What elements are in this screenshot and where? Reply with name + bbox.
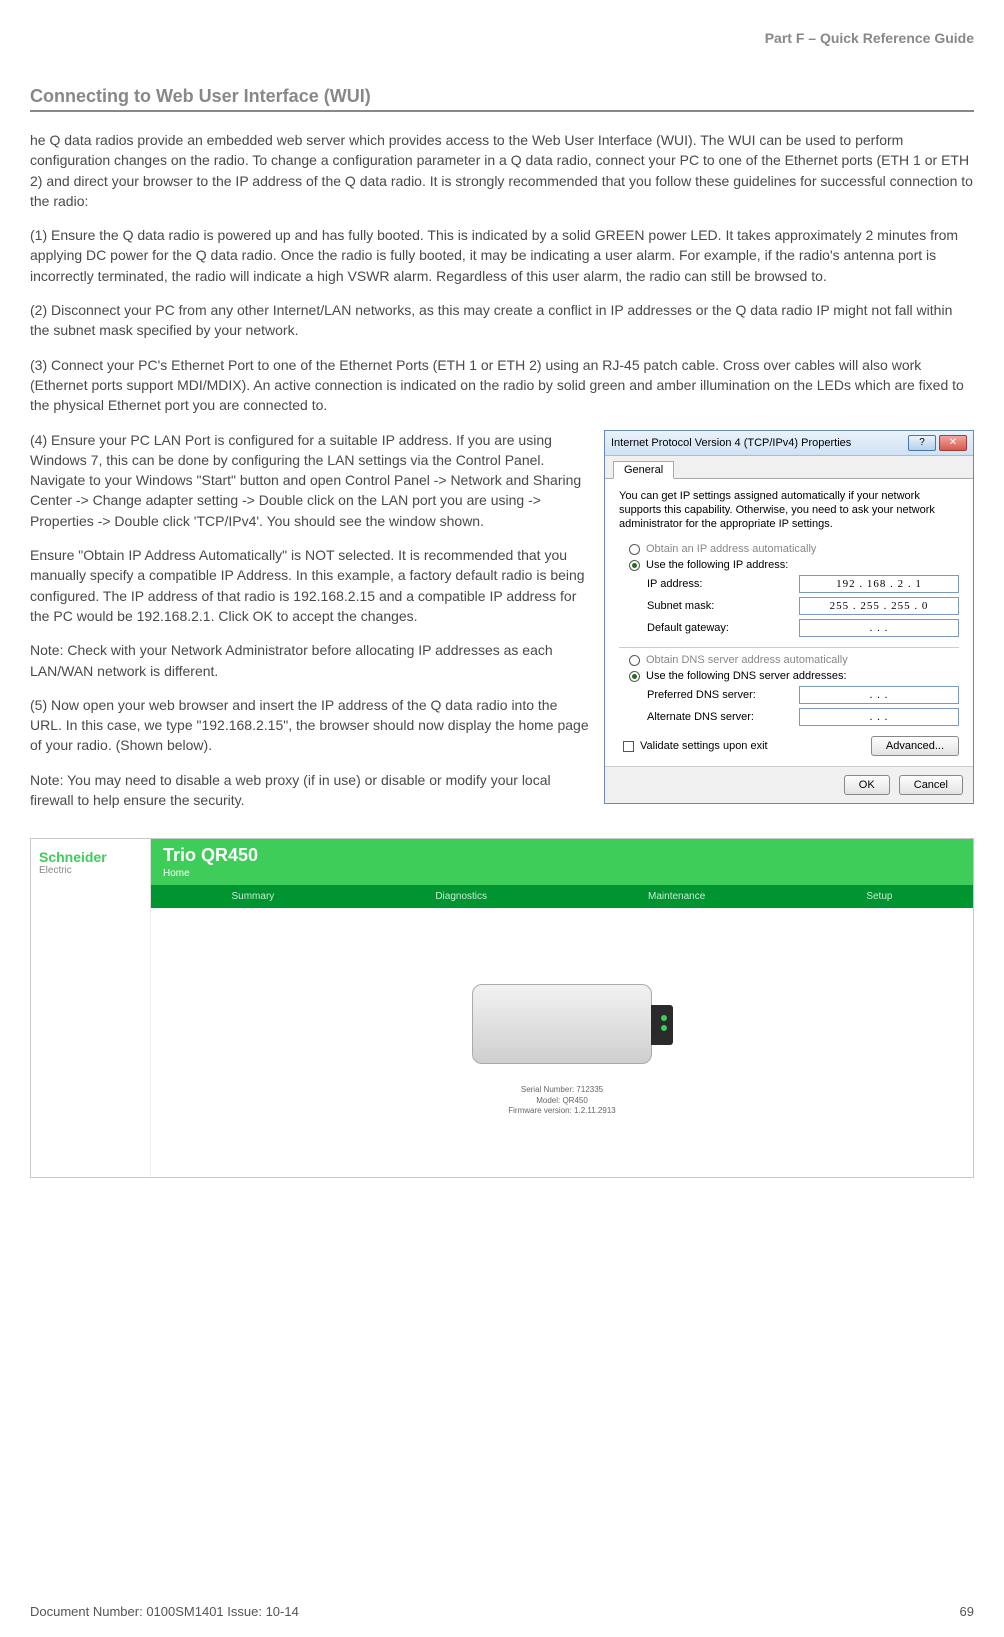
nav-side xyxy=(31,885,151,908)
tab-general[interactable]: General xyxy=(613,461,674,479)
gateway-label: Default gateway: xyxy=(647,622,799,634)
wui-screenshot: Schneider Electric Trio QR450 Home Summa… xyxy=(30,838,974,1178)
model-title: Trio QR450 xyxy=(163,845,258,865)
section-title: Connecting to Web User Interface (WUI) xyxy=(30,86,974,112)
pref-dns-input[interactable]: . . . xyxy=(799,686,959,704)
help-icon[interactable]: ? xyxy=(908,435,936,451)
note-1: Note: Check with your Network Administra… xyxy=(30,640,590,681)
step-4a: (4) Ensure your PC LAN Port is configure… xyxy=(30,430,590,531)
brand-name: Schneider xyxy=(39,849,142,865)
dialog-description: You can get IP settings assigned automat… xyxy=(619,489,959,532)
tcpip-dialog: Internet Protocol Version 4 (TCP/IPv4) P… xyxy=(604,430,974,805)
device-image xyxy=(452,969,672,1079)
brand-logo: Schneider Electric xyxy=(31,839,151,885)
radio-auto-ip-label: Obtain an IP address automatically xyxy=(646,543,816,555)
radio-auto-ip[interactable] xyxy=(629,544,640,555)
pref-dns-label: Preferred DNS server: xyxy=(647,689,799,701)
nav-tab[interactable]: Setup xyxy=(866,891,892,902)
step-2: (2) Disconnect your PC from any other In… xyxy=(30,300,974,341)
info-serial: Serial Number: 712335 xyxy=(508,1085,615,1095)
ip-address-label: IP address: xyxy=(647,578,799,590)
ok-button[interactable]: OK xyxy=(844,775,890,795)
subnet-label: Subnet mask: xyxy=(647,600,799,612)
radio-auto-dns-label: Obtain DNS server address automatically xyxy=(646,654,848,666)
gateway-input[interactable]: . . . xyxy=(799,619,959,637)
page-number: 69 xyxy=(960,1604,974,1619)
info-firmware: Firmware version: 1.2.11.2913 xyxy=(508,1106,615,1116)
part-header: Part F – Quick Reference Guide xyxy=(30,30,974,46)
step-5: (5) Now open your web browser and insert… xyxy=(30,695,590,756)
radio-use-dns[interactable] xyxy=(629,671,640,682)
brand-sub: Electric xyxy=(39,865,142,876)
wui-sidebar xyxy=(31,908,151,1177)
nav-tab[interactable]: Summary xyxy=(232,891,275,902)
radio-use-ip-label: Use the following IP address: xyxy=(646,559,788,571)
radio-use-dns-label: Use the following DNS server addresses: xyxy=(646,670,847,682)
intro-paragraph: he Q data radios provide an embedded web… xyxy=(30,130,974,211)
radio-use-ip[interactable] xyxy=(629,560,640,571)
step-3: (3) Connect your PC's Ethernet Port to o… xyxy=(30,355,974,416)
radio-auto-dns[interactable] xyxy=(629,655,640,666)
close-icon[interactable]: ✕ xyxy=(939,435,967,451)
validate-label: Validate settings upon exit xyxy=(640,740,768,752)
step-1: (1) Ensure the Q data radio is powered u… xyxy=(30,225,974,286)
doc-number: Document Number: 0100SM1401 Issue: 10-14 xyxy=(30,1604,299,1619)
dialog-title: Internet Protocol Version 4 (TCP/IPv4) P… xyxy=(611,437,851,449)
subnet-input[interactable]: 255 . 255 . 255 . 0 xyxy=(799,597,959,615)
alt-dns-label: Alternate DNS server: xyxy=(647,711,799,723)
step-4b: Ensure "Obtain IP Address Automatically"… xyxy=(30,545,590,626)
note-2: Note: You may need to disable a web prox… xyxy=(30,770,590,811)
ip-address-input[interactable]: 192 . 168 . 2 . 1 xyxy=(799,575,959,593)
alt-dns-input[interactable]: . . . xyxy=(799,708,959,726)
model-bar: Trio QR450 Home xyxy=(151,839,973,885)
validate-checkbox[interactable] xyxy=(623,741,634,752)
advanced-button[interactable]: Advanced... xyxy=(871,736,959,756)
nav-tab[interactable]: Diagnostics xyxy=(435,891,487,902)
cancel-button[interactable]: Cancel xyxy=(899,775,963,795)
home-label: Home xyxy=(163,868,961,879)
nav-tab[interactable]: Maintenance xyxy=(648,891,705,902)
info-model: Model: QR450 xyxy=(508,1096,615,1106)
